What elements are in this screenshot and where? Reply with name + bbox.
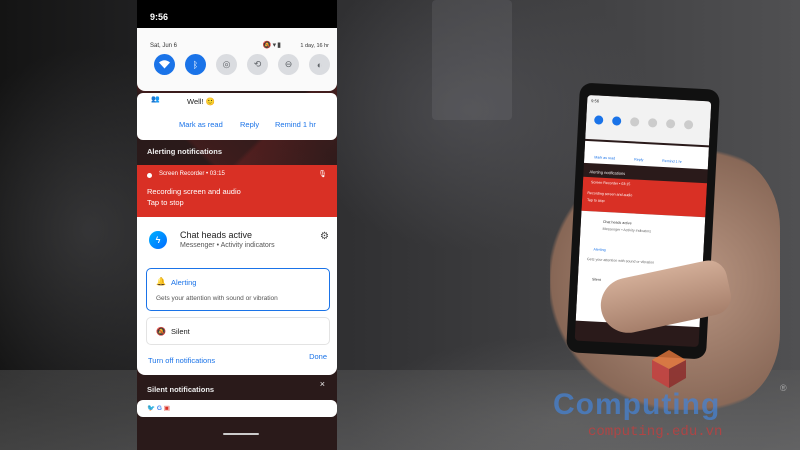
nfc-icon: ◎ (222, 59, 231, 69)
system-status-icons: 🔕▾▮ (263, 41, 282, 49)
handheld-theme-icon (683, 120, 694, 130)
handheld-nfc-icon (629, 117, 640, 127)
wifi-tile[interactable] (154, 54, 175, 75)
handheld-recorder-line2: Tap to stop (586, 198, 605, 203)
quick-settings-panel: Sat, Jun 6 🔕▾▮ 1 day, 16 hr ᛒ ◎ ⟲ ⊖ ◐ (137, 28, 337, 91)
handheld-bluetooth-icon (611, 116, 622, 126)
conversation-notification[interactable]: 👥 Well! 🙂 Mark as read Reply Remind 1 hr (137, 93, 337, 140)
dark-theme-tile[interactable]: ◐ (309, 54, 330, 75)
navigation-handle[interactable] (223, 433, 259, 435)
done-button[interactable]: Done (309, 352, 327, 361)
nfc-tile[interactable]: ◎ (216, 54, 237, 75)
chat-heads-notification: ϟ Chat heads active Messenger • Activity… (137, 217, 337, 375)
wifi-icon (159, 60, 170, 69)
handheld-reply: Reply (634, 157, 644, 162)
close-icon[interactable]: × (320, 379, 325, 389)
qs-battery-text: 1 day, 16 hr (300, 43, 329, 49)
bluetooth-tile[interactable]: ᛒ (185, 54, 206, 75)
bluetooth-icon: ᛒ (192, 59, 199, 70)
google-icon: G (156, 405, 162, 412)
mark-as-read-button[interactable]: Mark as read (179, 120, 223, 129)
handheld-mark-read: Mark as read (594, 155, 616, 161)
recorder-title: Screen Recorder • 03:15 (159, 171, 225, 177)
computing-logo-icon (652, 350, 686, 388)
record-dot-icon (147, 173, 152, 178)
silent-label: Silent (171, 327, 190, 336)
watermark-brand: Computing (553, 388, 721, 421)
bell-off-icon: 🔕 (156, 327, 166, 336)
recorder-status: Recording screen and audio (147, 187, 241, 196)
status-bar: 9:56 (137, 0, 337, 28)
battery-icon: ▮ (277, 42, 282, 49)
screen-recorder-notification[interactable]: Screen Recorder • 03:15 🎙 Recording scre… (137, 165, 337, 217)
notification-shade: 9:56 Sat, Jun 6 🔕▾▮ 1 day, 16 hr ᛒ ◎ ⟲ ⊖… (137, 0, 337, 450)
mute-icon: 🔕 (262, 42, 273, 49)
mic-icon: 🎙 (318, 171, 327, 178)
messenger-icon: ϟ (149, 231, 167, 249)
alerting-option[interactable]: 🔔 Alerting Gets your attention with soun… (146, 268, 330, 311)
bell-icon: 🔔 (156, 277, 166, 286)
handheld-alerting-desc: Gets your attention with sound or vibrat… (586, 257, 655, 265)
handheld-silent-label: Silent (591, 277, 601, 282)
calendar-icon: ▣ (163, 405, 170, 412)
conversation-message: Well! 🙂 (187, 97, 215, 106)
handheld-dnd-icon (665, 119, 676, 129)
dark-theme-icon: ◐ (316, 59, 323, 70)
avatar: 👥 (151, 96, 160, 103)
silent-section-header: Silent notifications (147, 385, 215, 394)
handheld-quick-settings: 9:56 (585, 94, 712, 146)
auto-rotate-tile[interactable]: ⟲ (247, 54, 268, 75)
do-not-disturb-tile[interactable]: ⊖ (278, 54, 299, 75)
remind-button[interactable]: Remind 1 hr (275, 120, 316, 129)
alerting-section-header: Alerting notifications (147, 147, 222, 156)
turn-off-notifications-button[interactable]: Turn off notifications (148, 356, 215, 365)
handheld-wifi-icon (593, 115, 604, 125)
handheld-chat-title: Chat heads active (602, 219, 632, 226)
chat-heads-title: Chat heads active (180, 230, 253, 240)
reply-button[interactable]: Reply (240, 120, 259, 129)
alerting-label: Alerting (171, 278, 197, 287)
handheld-alerting-header: Alerting notifications (589, 169, 626, 177)
handheld-alerting-label: Alerting (593, 247, 606, 253)
alerting-description: Gets your attention with sound or vibrat… (156, 295, 278, 302)
twitter-icon: 🐦 (147, 405, 156, 412)
handheld-time: 9:56 (591, 98, 600, 104)
silent-notification-row[interactable]: 🐦 G ▣ (137, 400, 337, 417)
auto-rotate-icon: ⟲ (253, 59, 262, 69)
tap-to-stop[interactable]: Tap to stop (147, 198, 184, 207)
watermark-url: computing.edu.vn (588, 424, 723, 440)
handheld-recorder-title: Screen Recorder • 03:15 (590, 180, 631, 187)
handheld-rotate-icon (647, 118, 658, 128)
chat-heads-subtitle: Messenger • Activity indicators (180, 242, 275, 249)
background-window (432, 0, 512, 120)
silent-option[interactable]: 🔕 Silent (146, 317, 330, 345)
handheld-conversation: Mark as read Reply Remind 1 hr (583, 140, 709, 170)
gear-icon[interactable]: ⚙ (320, 231, 329, 242)
do-not-disturb-icon: ⊖ (284, 59, 293, 69)
handheld-chat-sub: Messenger • Activity indicators (602, 226, 652, 234)
handheld-recorder-line1: Recording screen and audio (587, 191, 633, 198)
qs-date: Sat, Jun 6 (150, 43, 178, 49)
watermark-registered: ® (780, 383, 787, 393)
handheld-remind: Remind 1 hr (662, 158, 682, 164)
status-time: 9:56 (150, 12, 169, 22)
